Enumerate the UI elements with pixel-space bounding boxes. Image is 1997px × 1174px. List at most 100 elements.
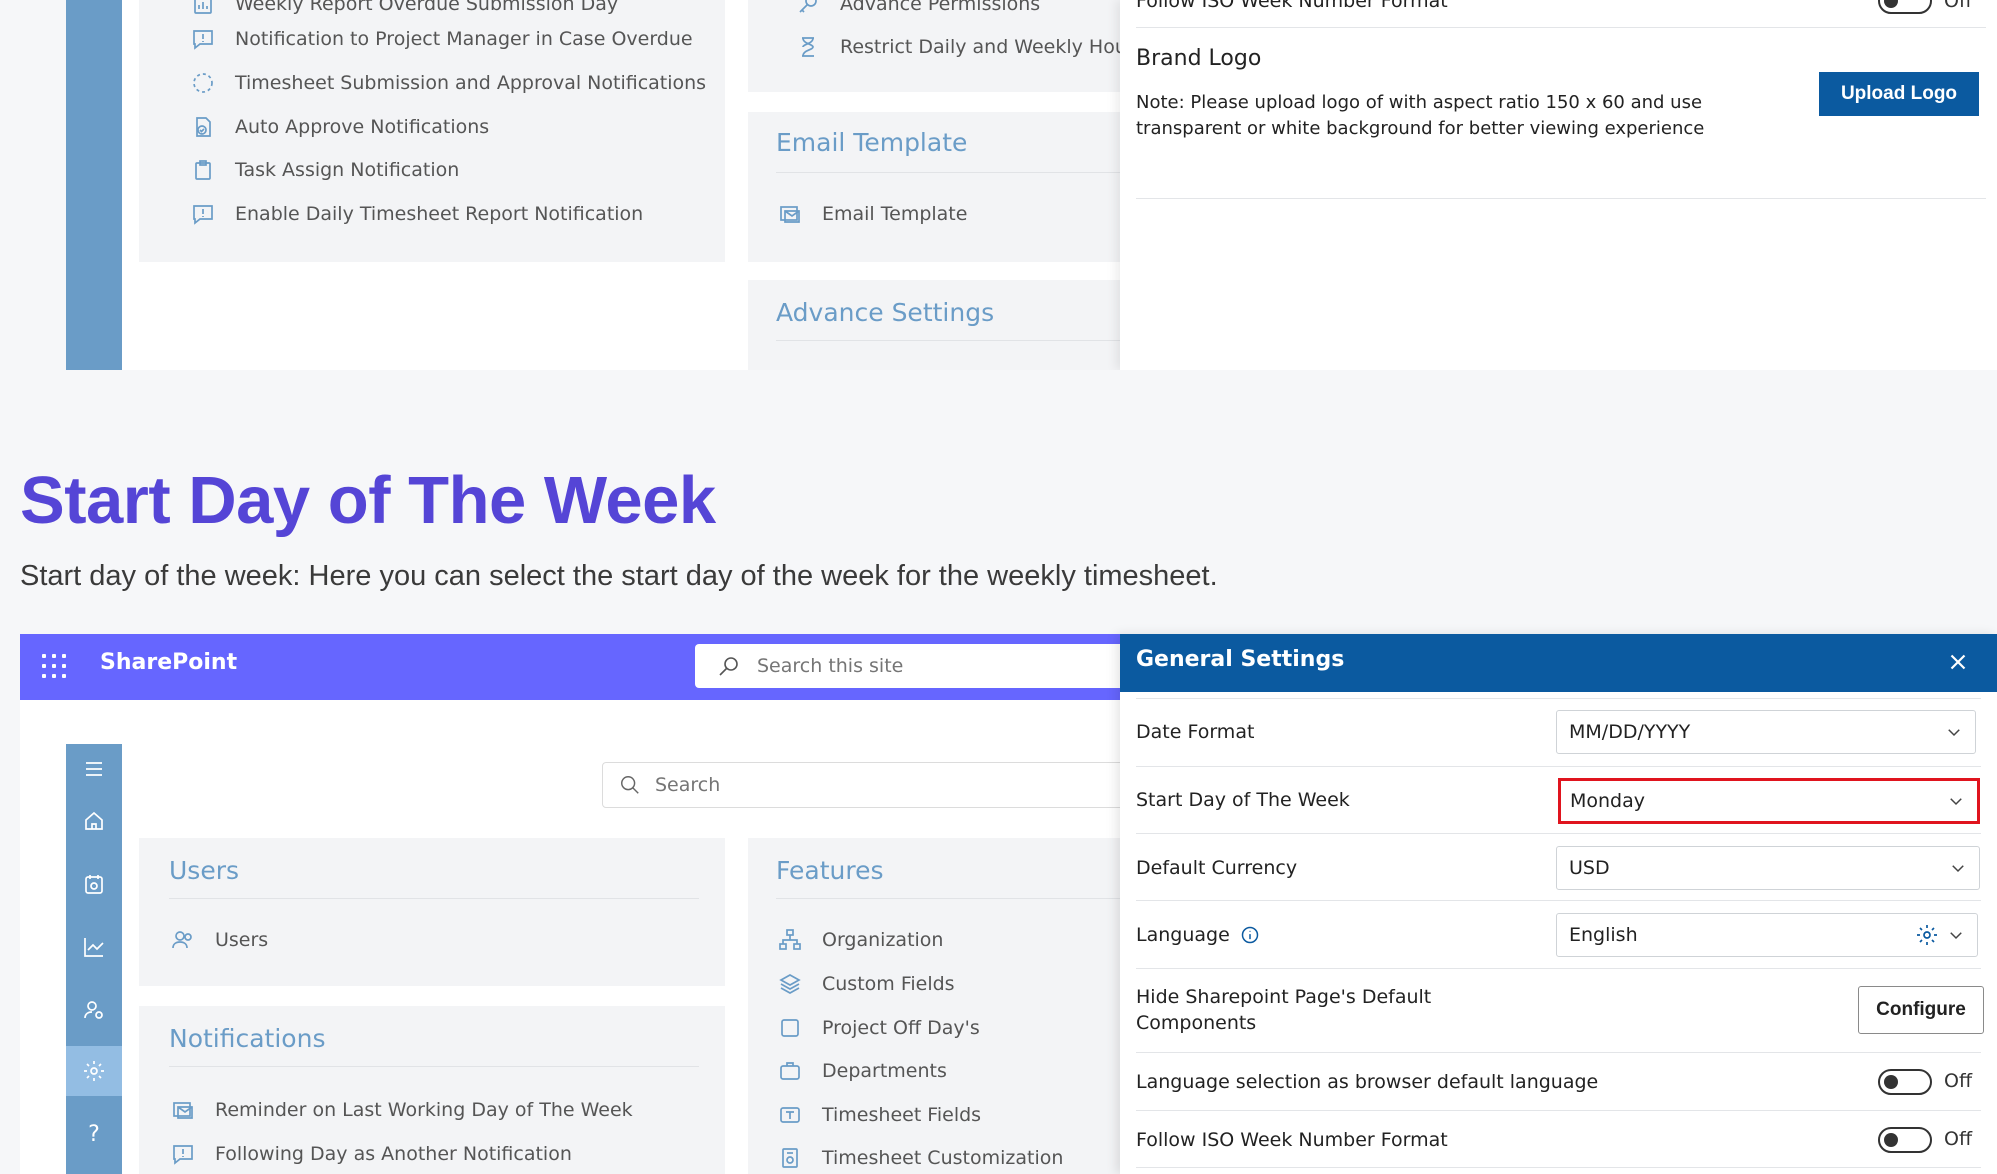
gear-icon[interactable] [66, 1046, 122, 1096]
divider [169, 1066, 699, 1067]
iso-week-state: Off [1944, 0, 1973, 12]
sharepoint-content: ? Users Users Notifications Reminder on … [20, 700, 1148, 1174]
settings-search-input[interactable] [653, 773, 900, 797]
browser-language-toggle[interactable] [1878, 1069, 1932, 1095]
iso-week-toggle[interactable] [1878, 1127, 1932, 1153]
iso-week-toggle[interactable] [1878, 0, 1932, 14]
notification-item[interactable]: Enable Daily Timesheet Report Notificati… [189, 200, 643, 228]
brand-logo-note: Note: Please upload logo of with aspect … [1136, 92, 1705, 139]
divider [1136, 1167, 1981, 1168]
chevron-down-icon [1952, 865, 1964, 873]
app-launcher-icon[interactable] [42, 654, 66, 678]
help-glyph: ? [88, 1121, 100, 1147]
feature-item[interactable]: Advance Permissions [794, 0, 1040, 18]
feature-item-project-off-days[interactable]: Project Off Day's [776, 1014, 980, 1042]
sharepoint-brand[interactable]: SharePoint [100, 650, 237, 675]
chart-icon[interactable] [66, 922, 122, 972]
org-chart-icon [776, 926, 804, 954]
feature-item-timesheet-customization[interactable]: Timesheet Customization [776, 1144, 1063, 1172]
settings-panel: Follow ISO Week Number Format Off Brand … [1120, 0, 1997, 370]
feature-item-organization[interactable]: Organization [776, 926, 943, 954]
upload-logo-button[interactable]: Upload Logo [1819, 72, 1979, 116]
hourglass-icon [794, 33, 822, 61]
user-settings-icon[interactable] [66, 985, 122, 1035]
iso-week-label: Follow ISO Week Number Format [1136, 1129, 1448, 1151]
search-icon [719, 657, 738, 676]
email-template-item[interactable]: Email Template [776, 200, 967, 228]
report-icon [189, 0, 217, 18]
currency-label: Default Currency [1136, 857, 1298, 879]
notifications-card: Weekly Report Overdue Submission Day Not… [139, 0, 725, 262]
customize-icon [776, 1144, 804, 1172]
advance-settings-title: Advance Settings [776, 298, 995, 327]
notification-item[interactable]: Auto Approve Notifications [189, 113, 489, 141]
notification-item[interactable]: Following Day as Another Notification [169, 1140, 572, 1168]
divider [1136, 198, 1986, 199]
brand-logo-title: Brand Logo [1136, 46, 1262, 71]
divider [1136, 900, 1981, 901]
settings-search-box[interactable] [602, 762, 1124, 808]
notification-item[interactable]: Reminder on Last Working Day of The Week [169, 1096, 633, 1124]
divider [1136, 1052, 1981, 1053]
start-day-value: Monday [1570, 790, 1646, 812]
users-title: Users [169, 856, 240, 885]
users-item[interactable]: Users [169, 926, 268, 954]
language-dropdown[interactable]: English [1556, 913, 1978, 957]
clipboard-icon [189, 156, 217, 184]
feature-item[interactable]: Restrict Daily and Weekly Hours [794, 33, 1145, 61]
approve-doc-icon [189, 113, 217, 141]
close-icon[interactable] [1945, 649, 1971, 675]
info-icon[interactable] [1240, 925, 1260, 945]
features-title: Features [776, 856, 884, 885]
site-search-input[interactable] [755, 654, 1059, 678]
chevron-down-icon [1950, 798, 1962, 806]
page-title: Start Day of The Week [20, 463, 716, 538]
divider [1136, 833, 1981, 834]
features-card: Features Organization Custom Fields Proj… [748, 838, 1148, 1174]
left-nav-rail [66, 0, 122, 370]
divider [1136, 27, 1986, 28]
email-template-icon [169, 1096, 197, 1124]
divider [169, 898, 699, 899]
home-icon[interactable] [66, 796, 122, 846]
date-format-label: Date Format [1136, 721, 1255, 743]
notification-item[interactable]: Task Assign Notification [189, 156, 459, 184]
currency-dropdown[interactable]: USD [1556, 846, 1980, 890]
users-icon [169, 926, 197, 954]
email-template-icon [776, 200, 804, 228]
browser-language-label: Language selection as browser default la… [1136, 1071, 1599, 1093]
start-day-dropdown[interactable]: Monday [1558, 778, 1980, 824]
top-screenshot: Weekly Report Overdue Submission Day Not… [20, 0, 1997, 370]
feature-item-custom-fields[interactable]: Custom Fields [776, 970, 955, 998]
dotted-circle-icon [189, 69, 217, 97]
notification-item[interactable]: Weekly Report Overdue Submission Day [189, 0, 618, 18]
menu-icon[interactable] [66, 744, 122, 794]
features-card: Advance Permissions Restrict Daily and W… [748, 0, 1148, 92]
iso-week-state: Off [1944, 1128, 1973, 1150]
divider [776, 340, 1146, 341]
divider [1136, 766, 1981, 767]
feature-item-departments[interactable]: Departments [776, 1057, 947, 1085]
currency-value: USD [1569, 857, 1610, 879]
email-template-title: Email Template [776, 128, 968, 157]
square-icon [776, 1014, 804, 1042]
hide-components-label: Hide Sharepoint Page's Default Component… [1136, 986, 1432, 1034]
start-day-label: Start Day of The Week [1136, 789, 1350, 811]
date-format-value: MM/DD/YYYY [1569, 721, 1691, 743]
browser-language-state: Off [1944, 1070, 1973, 1092]
text-field-icon [776, 1101, 804, 1129]
date-format-dropdown[interactable]: MM/DD/YYYY [1556, 710, 1976, 754]
site-search-box[interactable] [695, 644, 1135, 688]
help-icon[interactable]: ? [66, 1109, 122, 1159]
divider [776, 172, 1146, 173]
notification-item[interactable]: Timesheet Submission and Approval Notifi… [189, 69, 706, 97]
advance-settings-card: Advance Settings [748, 280, 1148, 370]
language-value: English [1569, 924, 1638, 946]
briefcase-icon [776, 1057, 804, 1085]
configure-button[interactable]: Configure [1858, 986, 1984, 1034]
notification-item[interactable]: Notification to Project Manager in Case … [189, 25, 693, 53]
timesheet-icon[interactable] [66, 859, 122, 909]
feature-item-timesheet-fields[interactable]: Timesheet Fields [776, 1101, 981, 1129]
gear-icon[interactable] [1915, 923, 1939, 947]
sharepoint-suite-bar: SharePoint [20, 634, 1135, 700]
